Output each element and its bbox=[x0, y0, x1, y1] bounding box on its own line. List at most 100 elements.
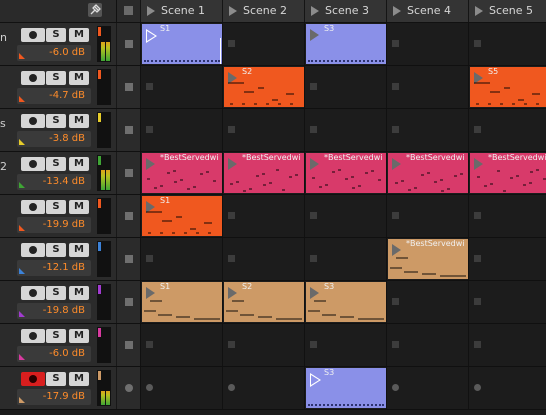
clip-slot[interactable]: S5 bbox=[468, 66, 546, 108]
track-stop-button[interactable] bbox=[116, 281, 141, 323]
clip[interactable]: S1 bbox=[142, 282, 222, 322]
mute-button[interactable]: M bbox=[69, 243, 89, 257]
solo-button[interactable]: S bbox=[46, 28, 66, 42]
clip-slot[interactable] bbox=[468, 109, 546, 151]
mute-button[interactable]: M bbox=[69, 372, 89, 386]
record-arm-button[interactable] bbox=[21, 28, 45, 42]
solo-button[interactable]: S bbox=[46, 157, 66, 171]
clip-slot[interactable] bbox=[386, 324, 468, 366]
track-name[interactable]: 2 bbox=[0, 160, 7, 173]
track-name[interactable]: n bbox=[0, 31, 7, 44]
volume-field[interactable]: -4.7 dB bbox=[17, 88, 91, 104]
clip-slot[interactable] bbox=[140, 109, 222, 151]
record-arm-button[interactable] bbox=[21, 372, 45, 386]
scene-play-icon[interactable] bbox=[229, 6, 237, 16]
clip[interactable]: *BestServedwi bbox=[142, 153, 222, 193]
mute-button[interactable]: M bbox=[69, 329, 89, 343]
record-arm-button[interactable] bbox=[21, 286, 45, 300]
mute-button[interactable]: M bbox=[69, 28, 89, 42]
clip-slot[interactable] bbox=[222, 23, 304, 65]
clip-slot[interactable] bbox=[386, 23, 468, 65]
scene-play-icon[interactable] bbox=[311, 6, 319, 16]
clip-slot[interactable]: *BestServedwi bbox=[304, 152, 386, 194]
clip-slot[interactable] bbox=[468, 238, 546, 280]
record-arm-button[interactable] bbox=[21, 114, 45, 128]
clip-slot[interactable]: *BestServedwi bbox=[222, 152, 304, 194]
clip-slot[interactable]: S3 bbox=[304, 23, 386, 65]
clip-slot[interactable] bbox=[222, 324, 304, 366]
solo-button[interactable]: S bbox=[46, 329, 66, 343]
solo-button[interactable]: S bbox=[46, 372, 66, 386]
track-stop-button[interactable] bbox=[116, 23, 141, 65]
solo-button[interactable]: S bbox=[46, 243, 66, 257]
track-stop-button[interactable] bbox=[116, 152, 141, 194]
clip-slot[interactable] bbox=[386, 109, 468, 151]
clip-slot[interactable]: *BestServedwi bbox=[140, 152, 222, 194]
clip-slot[interactable]: *BestServedwi bbox=[468, 152, 546, 194]
solo-button[interactable]: S bbox=[46, 200, 66, 214]
volume-field[interactable]: -19.9 dB bbox=[17, 217, 91, 233]
clip[interactable]: *BestServedwi bbox=[388, 153, 468, 193]
clip-slot[interactable] bbox=[468, 324, 546, 366]
clip-slot[interactable] bbox=[386, 281, 468, 323]
clip-slot[interactable]: *BestServedwi bbox=[386, 152, 468, 194]
volume-field[interactable]: -6.0 dB bbox=[17, 45, 91, 61]
scene-header-2[interactable]: Scene 2 bbox=[222, 0, 304, 23]
mute-button[interactable]: M bbox=[69, 71, 89, 85]
clip-slot[interactable]: S3 bbox=[304, 367, 386, 409]
clip-slot[interactable]: S1 bbox=[140, 281, 222, 323]
track-stop-button[interactable] bbox=[116, 324, 141, 366]
clip-slot[interactable] bbox=[222, 195, 304, 237]
mute-button[interactable]: M bbox=[69, 286, 89, 300]
clip-slot[interactable] bbox=[140, 238, 222, 280]
solo-button[interactable]: S bbox=[46, 286, 66, 300]
track-name[interactable]: s bbox=[0, 117, 6, 130]
clip-slot[interactable] bbox=[468, 281, 546, 323]
scene-play-icon[interactable] bbox=[393, 6, 401, 16]
scene-header-3[interactable]: Scene 3 bbox=[304, 0, 386, 23]
clip-slot[interactable]: S1 bbox=[140, 195, 222, 237]
clip[interactable]: S3 bbox=[306, 282, 386, 322]
solo-button[interactable]: S bbox=[46, 114, 66, 128]
clip-slot[interactable] bbox=[386, 195, 468, 237]
record-arm-button[interactable] bbox=[21, 243, 45, 257]
mute-button[interactable]: M bbox=[69, 114, 89, 128]
clip-slot[interactable] bbox=[304, 66, 386, 108]
clip[interactable]: *BestServedwi bbox=[306, 153, 386, 193]
clip-slot[interactable] bbox=[304, 195, 386, 237]
clip-slot[interactable] bbox=[304, 238, 386, 280]
clip[interactable]: S5 bbox=[470, 67, 546, 107]
clip[interactable]: S2 bbox=[224, 282, 304, 322]
mute-button[interactable]: M bbox=[69, 200, 89, 214]
track-stop-button[interactable] bbox=[116, 367, 141, 409]
volume-field[interactable]: -17.9 dB bbox=[17, 389, 91, 405]
volume-field[interactable]: -3.8 dB bbox=[17, 131, 91, 147]
clip-slot[interactable]: *BestServedwi bbox=[386, 238, 468, 280]
clip[interactable]: S3 bbox=[306, 24, 386, 64]
clip[interactable]: S3 bbox=[306, 368, 386, 408]
clip-slot[interactable] bbox=[468, 367, 546, 409]
clip[interactable]: *BestServedwi bbox=[470, 153, 546, 193]
clip[interactable]: S1 bbox=[142, 196, 222, 236]
track-stop-button[interactable] bbox=[116, 195, 141, 237]
clip-slot[interactable] bbox=[222, 238, 304, 280]
clip-slot[interactable] bbox=[222, 367, 304, 409]
clip-slot[interactable]: S3 bbox=[304, 281, 386, 323]
clip[interactable]: S2 bbox=[224, 67, 304, 107]
record-arm-button[interactable] bbox=[21, 329, 45, 343]
clip-slot[interactable]: S2 bbox=[222, 66, 304, 108]
clip-slot[interactable] bbox=[140, 367, 222, 409]
track-stop-button[interactable] bbox=[116, 66, 141, 108]
volume-field[interactable]: -19.8 dB bbox=[17, 303, 91, 319]
clip-slot[interactable] bbox=[386, 66, 468, 108]
clip-slot[interactable] bbox=[140, 66, 222, 108]
volume-field[interactable]: -6.0 dB bbox=[17, 346, 91, 362]
clip-slot[interactable] bbox=[304, 324, 386, 366]
pin-icon[interactable] bbox=[88, 3, 102, 17]
volume-field[interactable]: -13.4 dB bbox=[17, 174, 91, 190]
clip-slot[interactable]: S2 bbox=[222, 281, 304, 323]
scene-header-5[interactable]: Scene 5 bbox=[468, 0, 546, 23]
scene-header-1[interactable]: Scene 1 bbox=[140, 0, 222, 23]
solo-button[interactable]: S bbox=[46, 71, 66, 85]
clip-slot[interactable] bbox=[140, 324, 222, 366]
